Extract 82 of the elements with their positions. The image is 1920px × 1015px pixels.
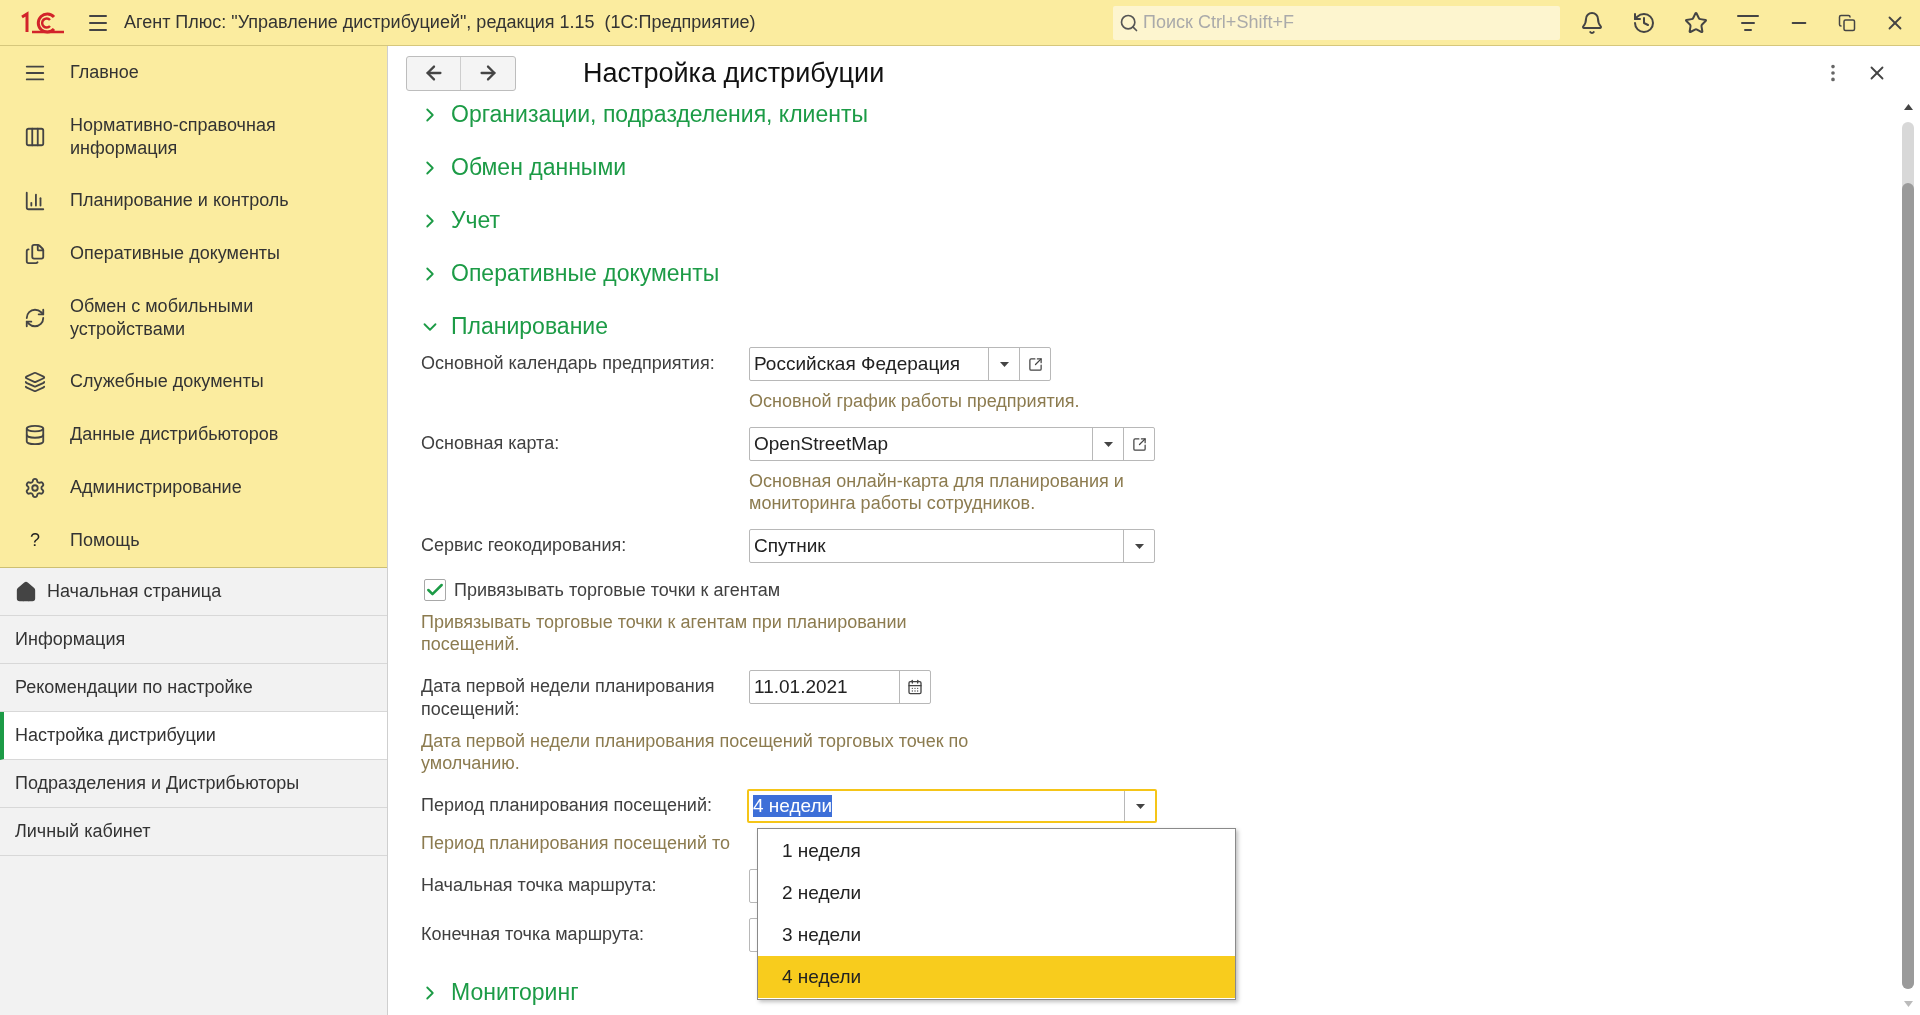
dropdown-field[interactable]: 4 недели	[747, 789, 1157, 823]
caret-icon	[1103, 441, 1113, 447]
section-item[interactable]: Данные дистрибьюторов	[0, 408, 387, 461]
section-item[interactable]: Планирование и контроль	[0, 174, 387, 227]
field-value: OpenStreetMap	[754, 431, 889, 456]
section-label: Оперативные документы	[70, 242, 281, 265]
field-hint: Дата первой недели планирования посещений торговых точек по умолчанию.	[421, 730, 970, 774]
field-value: Спутник	[754, 533, 826, 558]
section-label: Администрирование	[70, 476, 242, 499]
section-label: Планирование и контроль	[70, 189, 289, 212]
field-hint: Основной график работы предприятия.	[749, 390, 1080, 412]
dropdown-option[interactable]: 2 недели	[758, 872, 1235, 914]
field-label: Начальная точка маршрута:	[421, 874, 658, 897]
field-hint: Период планирования посещений то	[421, 832, 730, 854]
section-item[interactable]: Главное	[0, 46, 387, 99]
stack-icon	[24, 370, 46, 393]
section-label: Обмен с мобильными устройствами	[70, 294, 255, 341]
field-label: Период планирования посещений:	[421, 794, 713, 817]
section-item[interactable]: Служебные документы	[0, 355, 387, 408]
page-tab[interactable]: Настройка дистрибуции	[0, 712, 387, 760]
dropdown-option[interactable]: 4 недели	[758, 956, 1235, 998]
calendar-icon	[907, 679, 923, 695]
gear-icon	[24, 476, 46, 499]
section-item[interactable]: Оперативные документы	[0, 227, 387, 280]
notifications-icon[interactable]	[1580, 10, 1604, 35]
section-label: Главное	[70, 61, 139, 84]
section-item[interactable]: Администрирование	[0, 461, 387, 514]
database-icon	[24, 423, 46, 446]
history-icon[interactable]	[1632, 10, 1656, 35]
page-tab[interactable]: Начальная страница	[0, 568, 387, 616]
form-title: Настройка дистрибуции	[583, 56, 885, 90]
section-label: Данные дистрибьюторов	[70, 423, 279, 446]
star-icon[interactable]	[1684, 10, 1708, 35]
group-header[interactable]: Мониторинг	[419, 966, 579, 1015]
bar-chart-icon	[24, 189, 46, 212]
section-item[interactable]: Нормативно-справочная информация	[0, 99, 387, 174]
field-value: 4 недели	[753, 795, 833, 817]
help-icon: ?	[30, 527, 40, 554]
page-tab[interactable]: Информация	[0, 616, 387, 664]
checkbox-label: Привязывать торговые точки к агентам	[454, 578, 781, 602]
field-value: Российская Федерация	[754, 351, 961, 376]
dropdown-field[interactable]: Спутник	[749, 529, 1155, 563]
dropdown-field[interactable]: Российская Федерация	[749, 347, 1051, 381]
group-header[interactable]: Обмен данными	[419, 141, 627, 194]
field-label: Основная карта:	[421, 432, 561, 455]
home-icon	[15, 580, 37, 603]
field-label: Конечная точка маршрута:	[421, 923, 645, 946]
search-field[interactable]: Поиск Ctrl+Shift+F	[1113, 5, 1560, 40]
field-label: Дата первой недели планирования посещений:	[421, 675, 716, 721]
page-tab[interactable]: Подразделения и Дистрибьюторы	[0, 760, 387, 808]
dropdown-field[interactable]: OpenStreetMap	[749, 427, 1155, 461]
caret-icon	[999, 361, 1009, 367]
field-hint: Основная онлайн-карта для планирования и мониторинга работы сотрудников.	[749, 470, 1125, 514]
section-label: Помощь	[70, 529, 140, 552]
date-field[interactable]: 11.01.2021	[749, 670, 931, 704]
section-label: Нормативно-справочная информация	[70, 113, 277, 160]
section-item[interactable]: Обмен с мобильными устройствами	[0, 280, 387, 355]
field-label: Основной календарь предприятия:	[421, 352, 716, 375]
scroll-up-icon[interactable]	[1903, 104, 1913, 110]
documents-icon	[24, 242, 46, 265]
dropdown-option[interactable]: 3 недели	[758, 914, 1235, 956]
field-hint: Привязывать торговые точки к агентам при планировании посещений.	[421, 611, 908, 655]
group-header[interactable]: Организации, подразделения, клиенты	[419, 100, 868, 141]
field-label: Сервис геокодирования:	[421, 534, 628, 557]
restore-icon[interactable]	[1838, 13, 1856, 32]
caret-icon	[1135, 803, 1145, 809]
section-item[interactable]: ? Помощь	[0, 514, 387, 567]
group-header[interactable]: Планирование	[419, 300, 608, 353]
columns-icon	[24, 125, 46, 148]
window-title: Агент Плюс: "Управление дистрибуцией", редакция 1.15 (1С:Предприятие)	[124, 11, 756, 34]
open-icon	[1027, 356, 1043, 372]
caret-icon	[1134, 543, 1144, 549]
group-header[interactable]: Оперативные документы	[419, 247, 720, 300]
section-label: Служебные документы	[70, 370, 264, 393]
open-icon	[1131, 436, 1147, 452]
checkbox[interactable]	[424, 579, 446, 601]
field-value: 11.01.2021	[754, 674, 848, 699]
search-icon	[1119, 12, 1139, 33]
refresh-icon	[24, 306, 46, 329]
page-tab[interactable]: Личный кабинет	[0, 808, 387, 856]
dropdown-option[interactable]: 1 неделя	[758, 830, 1235, 872]
group-header[interactable]: Учет	[419, 194, 501, 247]
